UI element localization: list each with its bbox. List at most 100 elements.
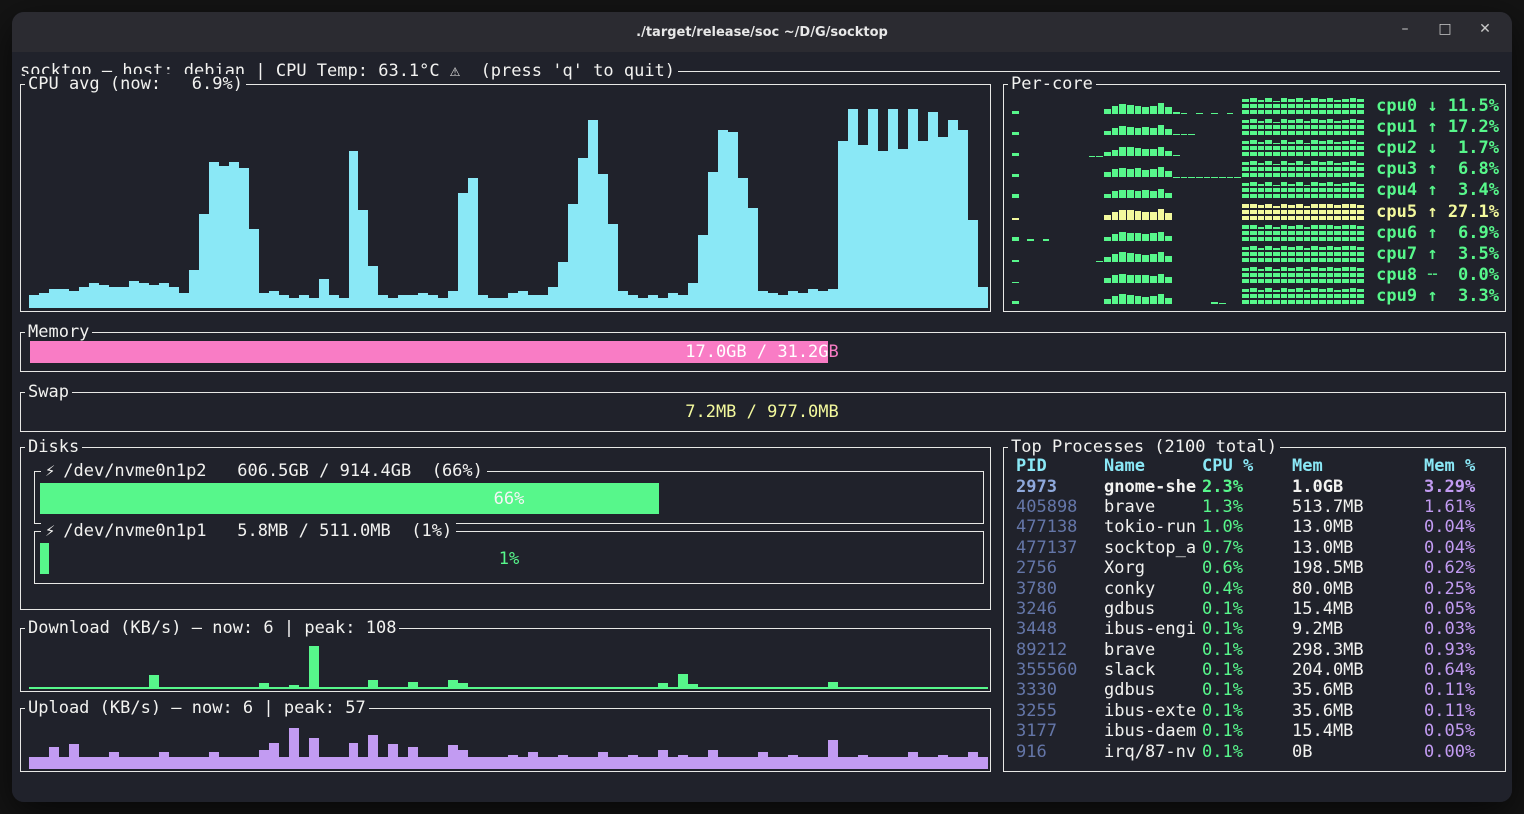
chart-bar [1119,190,1126,199]
chart-bar [1012,194,1019,199]
chart-bar [1296,182,1303,198]
process-row[interactable]: 3780conky0.4%80.0MB0.25% [1016,578,1501,598]
chart-bar [159,752,169,769]
chart-bar [528,687,538,689]
chart-bar [329,757,339,769]
process-cell-cpu: 0.4% [1202,579,1292,599]
chart-bar [1173,134,1180,136]
chart-bar [818,687,828,689]
chart-bar [1234,177,1241,178]
process-cell-mem: 35.6MB [1292,701,1424,721]
chart-bar [89,283,99,308]
process-cell-memp: 0.25% [1424,579,1501,599]
chart-bar [1311,225,1318,241]
chart-bar [1311,204,1318,220]
chart-bar [229,687,239,689]
window-title: ./target/release/soc ~/D/G/socktop [636,25,888,40]
titlebar[interactable]: ./target/release/soc ~/D/G/socktop – □ ✕ [12,12,1512,52]
chart-bar [718,687,728,689]
chart-bar [468,178,478,308]
chart-bar [1112,169,1119,177]
chart-bar [1350,140,1357,156]
process-row[interactable]: 3177ibus-daem0.1%15.4MB0.05% [1016,721,1501,741]
process-row[interactable]: 2756Xorg0.6%198.5MB0.62% [1016,558,1501,578]
chart-bar [738,687,748,689]
chart-bar [1327,288,1334,304]
chart-bar [1281,161,1288,177]
process-row[interactable]: 3448ibus-engi0.1%9.2MB0.03% [1016,619,1501,639]
chart-bar [1273,290,1280,304]
process-row[interactable]: 3330gdbus0.1%35.6MB0.11% [1016,680,1501,700]
chart-bar [1127,105,1134,114]
process-cell-cpu: 0.7% [1202,538,1292,558]
memory-title: Memory [25,322,92,342]
chart-bar [908,752,918,769]
chart-bar [1311,119,1318,135]
chart-bar [1127,127,1134,135]
process-row[interactable]: 355560slack0.1%204.0MB0.64% [1016,660,1501,680]
upload-chart [29,721,988,769]
chart-bar [678,295,688,308]
chart-bar [1327,182,1334,198]
process-cell-pid: 477137 [1016,538,1104,558]
chart-bar [958,687,968,689]
chart-bar [388,687,398,689]
chart-bar [1357,226,1364,241]
memory-gauge: 17.0GB / 31.2GB17.0GB / 31.2GB [30,341,1494,363]
close-icon[interactable]: ✕ [1474,21,1496,43]
chart-bar [249,229,259,308]
process-row[interactable]: 89212brave0.1%298.3MB0.93% [1016,640,1501,660]
disk-icon: ⚡ [45,521,55,541]
chart-bar [488,757,498,769]
process-row[interactable]: 477138tokio-run1.0%13.0MB0.04% [1016,517,1501,537]
chart-bar [908,687,918,689]
chart-bar [1158,103,1165,114]
chart-bar [209,752,219,769]
chart-bar [29,295,39,308]
core-sparkline-cpu7 [1012,246,1365,262]
chart-bar [1273,206,1280,220]
core-row-cpu2: cpu2 ↓ 1.7% [1012,137,1499,158]
chart-bar [1142,190,1149,198]
chart-bar [269,743,279,769]
disk-item-nvme0n1p1: ⚡ /dev/nvme0n1p1 5.8MB / 511.0MB (1%) 1%… [34,531,984,584]
process-row[interactable]: 2973gnome-she2.3%1.0GB3.29% [1016,476,1501,496]
chart-bar [1319,162,1326,177]
chart-bar [1273,122,1280,136]
core-label-cpu3: cpu3 ↑ 6.8% [1373,159,1499,179]
chart-bar [368,266,378,308]
chart-bar [428,295,438,308]
chart-bar [918,141,928,308]
chart-bar [698,757,708,769]
chart-bar [79,757,89,769]
chart-bar [1135,254,1142,262]
chart-bar [838,757,848,769]
chart-bar [898,687,908,689]
chart-bar [1334,121,1341,135]
minimize-icon[interactable]: – [1394,21,1416,43]
chart-bar [488,687,498,689]
chart-bar [1258,142,1265,156]
chart-bar [1273,164,1280,178]
process-row[interactable]: 3246gdbus0.1%15.4MB0.05% [1016,599,1501,619]
chart-bar [718,130,728,308]
chart-bar [1265,98,1272,114]
chart-bar [199,687,209,689]
chart-bar [1219,177,1226,178]
chart-bar [858,687,868,689]
maximize-icon[interactable]: □ [1434,21,1456,43]
core-label-cpu2: cpu2 ↓ 1.7% [1373,138,1499,158]
chart-bar [1173,155,1180,156]
chart-bar [568,687,578,689]
process-row[interactable]: 405898brave1.3%513.7MB1.61% [1016,497,1501,517]
process-row[interactable]: 3255ibus-exte0.1%35.6MB0.11% [1016,701,1501,721]
gauge-label: 7.2MB / 977.0MB [30,401,1494,423]
chart-bar [1165,107,1172,114]
chart-bar [339,757,349,769]
chart-bar [109,687,119,689]
process-row[interactable]: 916irq/87-nv0.1%0B0.00% [1016,741,1501,761]
chart-bar [1273,269,1280,283]
chart-bar [898,757,908,769]
chart-bar [758,291,768,308]
process-row[interactable]: 477137socktop_a0.7%13.0MB0.04% [1016,538,1501,558]
